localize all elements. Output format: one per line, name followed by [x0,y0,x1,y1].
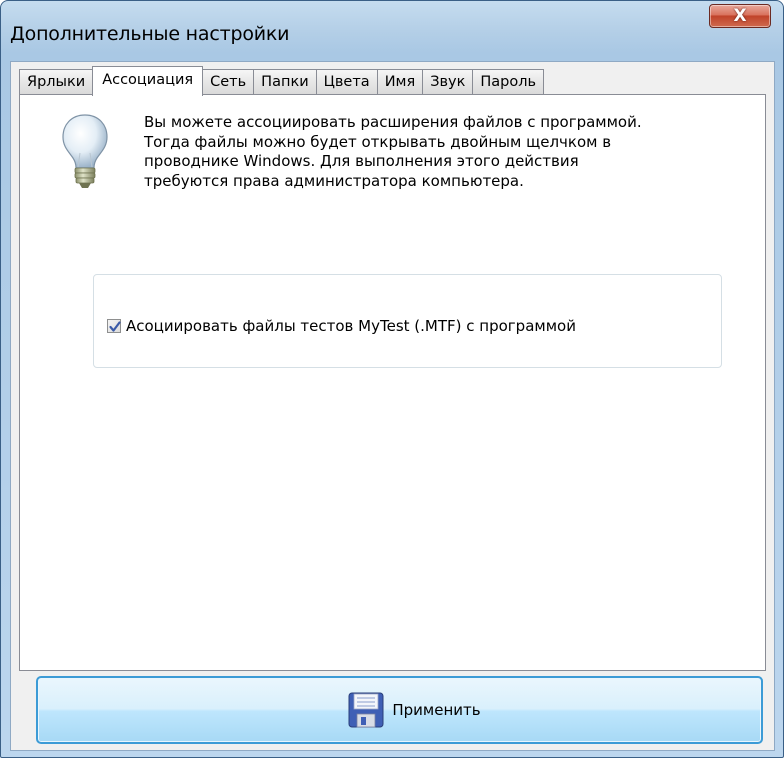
tab-association[interactable]: Ассоциация [92,66,204,96]
association-tab-panel: Вы можете ассоциировать расширения файло… [19,94,766,671]
tab-shortcuts[interactable]: Ярлыки [19,69,94,95]
tab-colors[interactable]: Цвета [315,69,378,95]
title-bar[interactable]: Дополнительные настройки X [1,1,783,59]
association-group-box: Асоциировать файлы тестов MyTest (.MTF) … [93,274,722,368]
tab-strip: Ярлыки Ассоциация Сеть Папки Цвета Имя З… [19,66,545,96]
close-button[interactable]: X [709,4,771,28]
apply-button-content: Применить [38,678,761,742]
tab-network[interactable]: Сеть [202,69,255,95]
settings-window: Дополнительные настройки X Ярлыки Ассоци… [0,0,784,758]
dialog-client-area: Ярлыки Ассоциация Сеть Папки Цвета Имя З… [10,61,775,751]
tab-name[interactable]: Имя [376,69,424,95]
associate-files-checkbox[interactable] [107,319,121,333]
tab-sound[interactable]: Звук [422,69,474,95]
info-line: проводнике Windows. Для выполнения этого… [144,152,579,170]
associate-files-option[interactable]: Асоциировать файлы тестов MyTest (.MTF) … [107,317,576,335]
associate-files-label[interactable]: Асоциировать файлы тестов MyTest (.MTF) … [126,317,576,335]
close-icon: X [733,6,747,26]
tab-folders[interactable]: Папки [253,69,317,95]
checkmark-icon [109,321,121,332]
apply-button[interactable]: Применить [36,676,763,744]
lightbulb-icon [62,114,108,188]
info-line: Тогда файлы можно будет открывать двойны… [144,132,612,151]
floppy-disk-icon [348,692,384,728]
info-line: Вы можете ассоциировать расширения файло… [144,113,642,131]
apply-button-label: Применить [392,701,481,719]
tab-password[interactable]: Пароль [472,69,545,95]
info-line: требуются права администратора компьютер… [144,171,524,190]
association-info-text: Вы можете ассоциировать расширения файло… [144,113,744,191]
window-title: Дополнительные настройки [10,23,290,45]
